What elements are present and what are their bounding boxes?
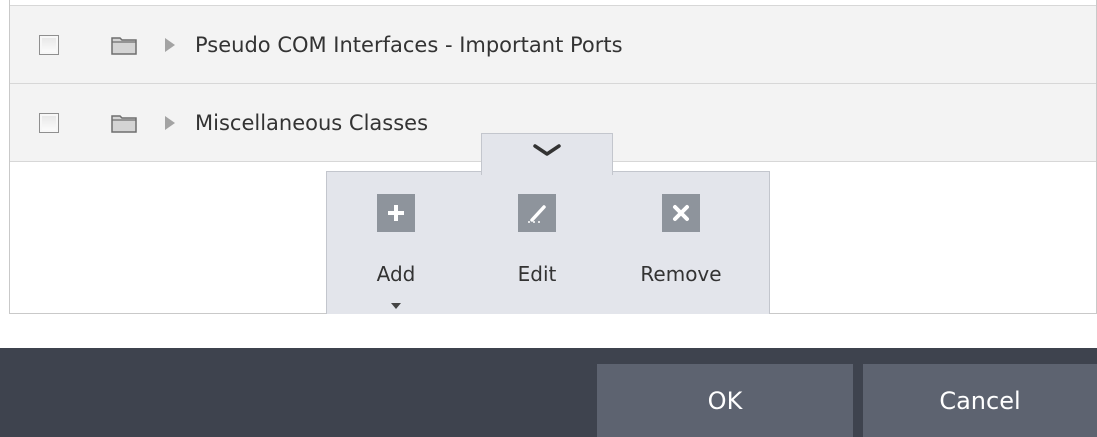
row-checkbox[interactable] xyxy=(39,112,59,133)
ok-button[interactable]: OK xyxy=(597,364,853,437)
folder-icon xyxy=(111,36,137,55)
row-label: Miscellaneous Classes xyxy=(195,110,429,135)
remove-label: Remove xyxy=(640,262,722,286)
cancel-button[interactable]: Cancel xyxy=(863,364,1097,437)
add-label: Add xyxy=(376,262,416,286)
remove-button[interactable]: Remove xyxy=(636,194,726,286)
close-icon xyxy=(662,194,700,232)
plus-icon xyxy=(377,194,415,232)
pencil-icon xyxy=(518,194,556,232)
expand-arrow-icon[interactable] xyxy=(164,115,176,130)
row-checkbox[interactable] xyxy=(39,34,59,55)
edit-button[interactable]: Edit xyxy=(492,194,582,286)
row-label: Pseudo COM Interfaces - Important Ports xyxy=(195,32,623,57)
dropdown-caret-icon[interactable] xyxy=(391,303,401,309)
toolbar-collapse-tab[interactable] xyxy=(481,133,613,175)
expand-arrow-icon[interactable] xyxy=(164,37,176,52)
list-item[interactable]: Pseudo COM Interfaces - Important Ports xyxy=(10,5,1096,84)
chevron-down-icon[interactable] xyxy=(532,143,562,157)
add-button[interactable]: Add xyxy=(351,194,441,309)
action-toolbar: Add Edit Remove xyxy=(326,171,770,314)
edit-label: Edit xyxy=(517,262,557,286)
folder-icon xyxy=(111,114,137,133)
dialog-footer: OK Cancel xyxy=(0,348,1097,437)
